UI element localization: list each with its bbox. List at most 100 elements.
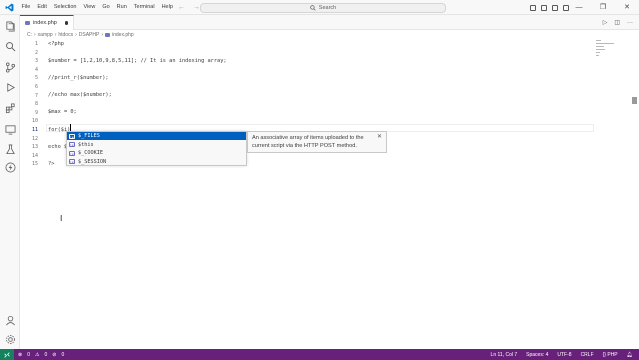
chevron-right-icon: › [75,31,77,38]
suggestion-item[interactable]: [ø] $this [67,141,246,149]
code-line: $number = [1,2,10,9,8,5,11]; // It is an… [48,57,227,64]
line-number: 1 [34,41,38,47]
editor-actions: ▷ ◫ ··· [603,15,633,30]
suggestion-item[interactable]: [ø] $_FILES [67,132,246,140]
minimap-line [596,49,605,50]
line-number: 13 [31,144,38,151]
thunder-client-icon[interactable] [4,161,16,173]
command-center-search[interactable]: Search [200,2,446,13]
line-number: 7 [34,92,38,99]
suggestion-description: An associative array of items uploaded t… [252,135,364,149]
menu-file[interactable]: File [18,0,34,15]
menu-go[interactable]: Go [99,0,113,15]
search-view-icon[interactable] [4,40,16,52]
run-and-debug-icon[interactable] [4,81,16,93]
error-icon: ⊗ [18,351,23,358]
minimap-line [596,52,600,53]
title-bar: File Edit Selection View Go Run Terminal… [0,0,639,15]
code-line: //echo max($number); [48,92,112,99]
breadcrumb-dsaphp[interactable]: DSAPHP [79,32,100,38]
status-bar: ⊗ 0 ⚠ 0 ⊘ 0 Ln 11, Col 7 Spaces: 4 UTF-8… [0,349,639,360]
run-file-icon[interactable]: ▷ [603,19,608,26]
editor-tab-bar: index.php ▷ ◫ ··· [20,15,639,30]
php-file-icon [105,32,110,37]
line-number: 2 [34,49,38,56]
line-number: 4 [34,66,38,73]
breadcrumb-htdocs[interactable]: htdocs [58,32,73,38]
suggestion-details: An associative array of items uploaded t… [247,131,387,153]
language-label: PHP [607,351,618,358]
suggestion-label: $this [78,141,94,148]
code-line: ?> [48,160,55,167]
breadcrumb-drive[interactable]: C: [27,32,32,38]
chevron-right-icon: › [54,31,57,38]
extensions-icon[interactable] [4,102,16,114]
minimap-line [596,46,604,47]
window-controls: — ❐ ✕ [567,0,639,15]
split-editor-icon[interactable]: ◫ [614,19,620,26]
tab-index-php[interactable]: index.php [20,15,74,30]
forward-arrow-icon[interactable]: → [193,4,200,11]
testing-icon[interactable] [4,143,16,155]
ports-count: 0 [61,351,65,358]
cursor-position[interactable]: Ln 11, Col 7 [491,352,518,358]
indentation[interactable]: Spaces: 4 [526,352,548,358]
suggestion-item[interactable]: [ø] $_COOKIE [67,149,246,157]
encoding[interactable]: UTF-8 [557,352,571,358]
close-details-icon[interactable]: ✕ [377,133,382,141]
suggestion-item[interactable]: [ø] $_SESSION [67,158,246,166]
vscode-logo-icon [0,0,18,15]
remote-indicator-icon[interactable] [0,349,14,360]
line-number: 5 [34,75,38,82]
suggestion-list[interactable]: [ø] $_FILES [ø] $this [ø] $_COOKIE [ø] $… [66,131,247,166]
line-number: 15 [31,161,38,168]
source-control-icon[interactable] [4,61,16,73]
menu-selection[interactable]: Selection [50,0,80,15]
variable-icon: [ø] [69,142,76,147]
layout-controls [530,0,569,15]
code-line: <?php [48,40,64,47]
code-editor[interactable]: 1 2 3 4 5 6 7 8 9 10 11 12 13 14 15 <?ph… [20,39,639,349]
unsaved-dot-icon[interactable] [64,21,68,25]
suggestion-label: $_COOKIE [78,150,103,156]
notifications-bell-icon[interactable]: 🔔︎ [627,352,633,358]
toggle-primary-sidebar-icon[interactable] [530,4,536,11]
menu-edit[interactable]: Edit [34,0,50,15]
minimap-line [596,55,599,56]
manage-gear-icon[interactable] [4,333,16,345]
more-actions-icon[interactable]: ··· [627,20,633,26]
variable-icon: [ø] [69,133,76,139]
menu-run[interactable]: Run [113,0,130,15]
line-number: 9 [34,109,38,116]
mouse-ibeam-icon: I [60,214,63,223]
chevron-right-icon: › [34,31,36,38]
menu-terminal[interactable]: Terminal [130,0,158,15]
line-number: 8 [34,101,38,108]
problems-indicator[interactable]: ⊗ 0 ⚠ 0 ⊘ 0 [18,352,64,358]
code-line: $max = 0; [48,109,77,116]
warning-icon: ⚠ [34,351,40,358]
toggle-panel-icon[interactable] [541,4,547,11]
back-arrow-icon[interactable]: ← [178,4,185,11]
suggestion-label: $_SESSION [78,158,107,165]
accounts-icon[interactable] [4,314,16,326]
breadcrumb-file[interactable]: index.php [112,32,134,38]
minimap[interactable] [596,40,616,60]
remote-explorer-icon[interactable] [4,123,16,135]
language-mode[interactable]: {} PHP [603,352,618,358]
menu-bar: File Edit Selection View Go Run Terminal… [18,0,176,15]
toggle-secondary-sidebar-icon[interactable] [552,4,558,11]
end-of-line[interactable]: CRLF [581,352,594,358]
code-line: //print_r($number); [48,74,109,81]
explorer-icon[interactable] [4,20,16,32]
menu-help[interactable]: Help [158,0,176,15]
ports-icon[interactable]: ⊘ [52,352,56,358]
restore-icon[interactable]: ❐ [591,0,615,15]
close-window-icon[interactable]: ✕ [615,0,639,15]
breadcrumb-xampp[interactable]: xampp [38,32,53,38]
warning-count: 0 [44,351,48,358]
breadcrumb: C: › xampp › htdocs › DSAPHP › index.php [20,30,639,39]
scrollbar-cursor-marker[interactable] [632,97,637,104]
minimize-icon[interactable]: — [567,0,591,15]
menu-view[interactable]: View [80,0,99,15]
